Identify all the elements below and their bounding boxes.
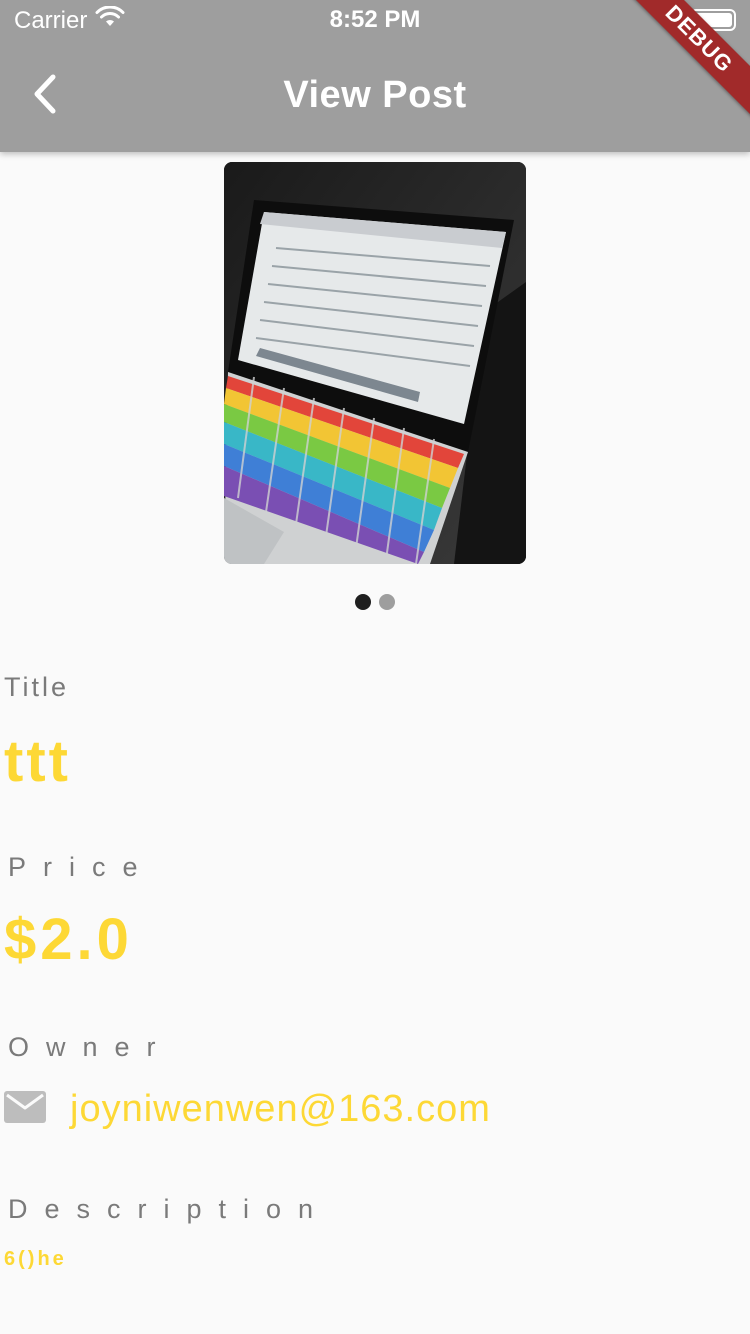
mail-icon — [4, 1091, 46, 1128]
owner-label: Owner — [8, 1032, 173, 1062]
page-title: View Post — [283, 74, 467, 116]
owner-contact[interactable]: joyniwenwen@163.com — [4, 1088, 491, 1131]
owner-email[interactable]: joyniwenwen@163.com — [70, 1088, 491, 1131]
app-header: Carrier 8:52 PM View Post DEBUG — [0, 0, 750, 152]
title-label: Title — [4, 672, 70, 702]
description-value: 6()he — [4, 1248, 67, 1270]
status-time: 8:52 PM — [329, 6, 421, 33]
title-value: ttt — [4, 729, 71, 794]
price-value: $2.0 — [4, 907, 133, 972]
carousel-dot[interactable] — [379, 594, 395, 610]
carousel-indicator — [0, 594, 750, 610]
post-image[interactable] — [224, 162, 526, 564]
carousel-dot-active[interactable] — [355, 594, 371, 610]
price-label: Price — [8, 852, 155, 882]
description-label: Description — [8, 1194, 331, 1224]
laptop-photo — [224, 162, 526, 564]
